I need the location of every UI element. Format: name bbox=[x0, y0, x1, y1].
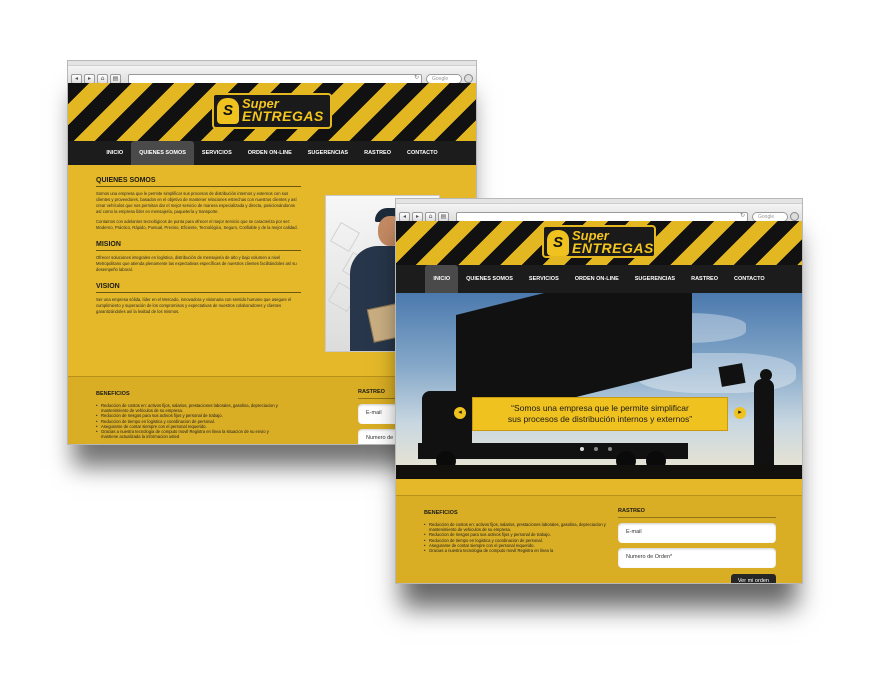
logo-text: Super ENTREGAS bbox=[572, 229, 654, 256]
main-nav: INICIO QUIENES SOMOS SERVICIOS ORDEN ON-… bbox=[396, 265, 802, 293]
logo-text-entregas: ENTREGAS bbox=[242, 108, 324, 124]
list-item: Reduccion de costos en: activos fijos, s… bbox=[96, 403, 286, 413]
courier-logo-icon: S bbox=[217, 98, 239, 124]
mision-text: Ofrecer soluciones integrales en logísti… bbox=[96, 255, 297, 272]
header-hazard-stripes: S Super ENTREGAS bbox=[396, 221, 802, 265]
super-entregas-logo[interactable]: S Super ENTREGAS bbox=[212, 93, 332, 129]
hero-quote: “Somos una empresa que le permite simpli… bbox=[472, 397, 728, 431]
hero-quote-line-2: sus procesos de distribución internos y … bbox=[507, 414, 693, 424]
courier-logo-icon: S bbox=[547, 230, 569, 256]
page-viewport: S Super ENTREGAS INICIO QUIENES SOMOS SE… bbox=[396, 221, 802, 583]
slider-dot[interactable] bbox=[580, 447, 584, 451]
nav-orden-online[interactable]: ORDEN ON-LINE bbox=[567, 265, 627, 293]
slider-dot[interactable] bbox=[594, 447, 598, 451]
search-placeholder: Google bbox=[432, 76, 449, 82]
logo-text: Super ENTREGAS bbox=[242, 97, 327, 123]
hex-decoration bbox=[329, 221, 361, 253]
main-nav: INICIO QUIENES SOMOS SERVICIOS ORDEN ON-… bbox=[68, 141, 476, 165]
refresh-icon[interactable]: ↻ bbox=[740, 212, 745, 219]
slider-next-icon[interactable]: ▸ bbox=[734, 407, 746, 419]
nav-rastreo[interactable]: RASTREO bbox=[356, 141, 399, 165]
quienes-somos-text-2: Contamos con adelantos tecnológicos de p… bbox=[96, 219, 298, 230]
hero-quote-line-1: “Somos una empresa que le permite simpli… bbox=[511, 403, 689, 413]
nav-inicio[interactable]: INICIO bbox=[98, 141, 131, 165]
gear-icon[interactable] bbox=[464, 74, 473, 83]
list-item: Gracias a nuestra tecnologia de computo … bbox=[424, 548, 614, 553]
nav-quienes-somos[interactable]: QUIENES SOMOS bbox=[458, 265, 521, 293]
footer-band: BENEFICIOS Reduccion de costos en: activ… bbox=[396, 495, 802, 583]
beneficios-title: BENEFICIOS bbox=[96, 391, 130, 397]
quienes-somos-title: QUIENES SOMOS bbox=[96, 177, 301, 187]
header-hazard-stripes: S Super ENTREGAS bbox=[68, 83, 476, 141]
super-entregas-logo[interactable]: S Super ENTREGAS bbox=[542, 225, 656, 258]
slider-dot[interactable] bbox=[608, 447, 612, 451]
nav-orden-online[interactable]: ORDEN ON-LINE bbox=[240, 141, 300, 165]
worker-silhouette bbox=[754, 379, 774, 471]
nav-inicio[interactable]: INICIO bbox=[425, 265, 459, 293]
vision-title: VISION bbox=[96, 283, 301, 293]
nav-quienes-somos[interactable]: QUIENES SOMOS bbox=[131, 141, 194, 165]
logo-text-entregas: ENTREGAS bbox=[572, 240, 654, 256]
ground bbox=[396, 465, 802, 479]
mision-title: MISION bbox=[96, 241, 301, 251]
nav-sugerencias[interactable]: SUGERENCIAS bbox=[627, 265, 683, 293]
beneficios-list: Reduccion de costos en: activos fijos, s… bbox=[96, 403, 286, 439]
slider-prev-icon[interactable]: ◂ bbox=[454, 407, 466, 419]
rastreo-form: RASTREO E-mail Numero de Orden* Ver mi o… bbox=[618, 508, 776, 583]
email-field[interactable]: E-mail bbox=[618, 523, 776, 543]
hero-slider: “Somos una empresa que le permite simpli… bbox=[396, 293, 802, 479]
beneficios-title: BENEFICIOS bbox=[424, 510, 458, 516]
search-placeholder: Google bbox=[758, 214, 775, 220]
order-number-field[interactable]: Numero de Orden* bbox=[618, 548, 776, 568]
slider-dots bbox=[580, 447, 612, 451]
gear-icon[interactable] bbox=[790, 212, 799, 221]
refresh-icon[interactable]: ↻ bbox=[414, 74, 419, 81]
list-item: Reduccion de costos en: activos fijos, s… bbox=[424, 522, 614, 532]
quienes-somos-text: Somos una empresa que le permite simplif… bbox=[96, 191, 297, 214]
nav-contacto[interactable]: CONTACTO bbox=[726, 265, 773, 293]
vision-text: Ser una empresa sólida, líder en el Merc… bbox=[96, 297, 292, 314]
rastreo-title: RASTREO bbox=[618, 508, 776, 518]
list-item: Gracias a nuestra tecnologia de computo … bbox=[96, 429, 286, 439]
nav-servicios[interactable]: SERVICIOS bbox=[194, 141, 240, 165]
beneficios-section: BENEFICIOS Reduccion de costos en: activ… bbox=[424, 510, 614, 553]
nav-contacto[interactable]: CONTACTO bbox=[399, 141, 446, 165]
crate bbox=[718, 363, 746, 387]
beneficios-list: Reduccion de costos en: activos fijos, s… bbox=[424, 522, 614, 553]
nav-sugerencias[interactable]: SUGERENCIAS bbox=[300, 141, 356, 165]
beneficios-section: BENEFICIOS Reduccion de costos en: activ… bbox=[96, 391, 286, 439]
browser-window-inicio: ◂ ▸ ⌂ ▤ ↻ Google S Super ENTREGAS INICIO… bbox=[395, 198, 803, 584]
nav-rastreo[interactable]: RASTREO bbox=[683, 265, 726, 293]
nav-servicios[interactable]: SERVICIOS bbox=[521, 265, 567, 293]
ver-mi-orden-button[interactable]: Ver mi orden bbox=[730, 574, 776, 583]
